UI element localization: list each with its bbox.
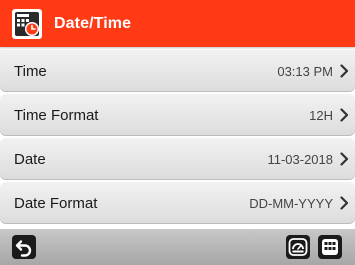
datetime-settings-icon <box>12 8 42 39</box>
time-row[interactable]: Time 03:13 PM <box>0 50 355 92</box>
date-format-row[interactable]: Date Format DD-MM-YYYY <box>0 182 355 224</box>
chevron-right-icon <box>340 196 349 210</box>
dashboard-icon <box>288 238 308 256</box>
menu-button[interactable] <box>318 235 342 259</box>
datetime-settings-screen: Date/Time Time 03:13 PM Time Format 12H … <box>0 0 355 265</box>
chevron-right-icon <box>340 64 349 78</box>
date-label: Date <box>14 150 46 168</box>
date-format-value: DD-MM-YYYY <box>249 195 333 211</box>
title-bar: Date/Time <box>0 0 355 47</box>
date-row[interactable]: Date 11-03-2018 <box>0 138 355 180</box>
date-format-label: Date Format <box>14 194 98 212</box>
date-value: 11-03-2018 <box>267 151 333 167</box>
page-title: Date/Time <box>54 14 132 32</box>
dashboard-button[interactable] <box>286 235 310 259</box>
bottom-toolbar <box>0 229 355 265</box>
time-format-label: Time Format <box>14 106 99 124</box>
settings-list: Time 03:13 PM Time Format 12H Date 11-03… <box>0 47 355 224</box>
chevron-right-icon <box>340 152 349 166</box>
back-button[interactable] <box>12 235 36 259</box>
grid-menu-icon <box>322 239 338 255</box>
time-value: 03:13 PM <box>277 63 333 79</box>
chevron-right-icon <box>340 108 349 122</box>
time-format-row[interactable]: Time Format 12H <box>0 94 355 136</box>
time-format-value: 12H <box>309 107 333 123</box>
time-label: Time <box>14 62 47 80</box>
back-arrow-icon <box>15 240 32 257</box>
